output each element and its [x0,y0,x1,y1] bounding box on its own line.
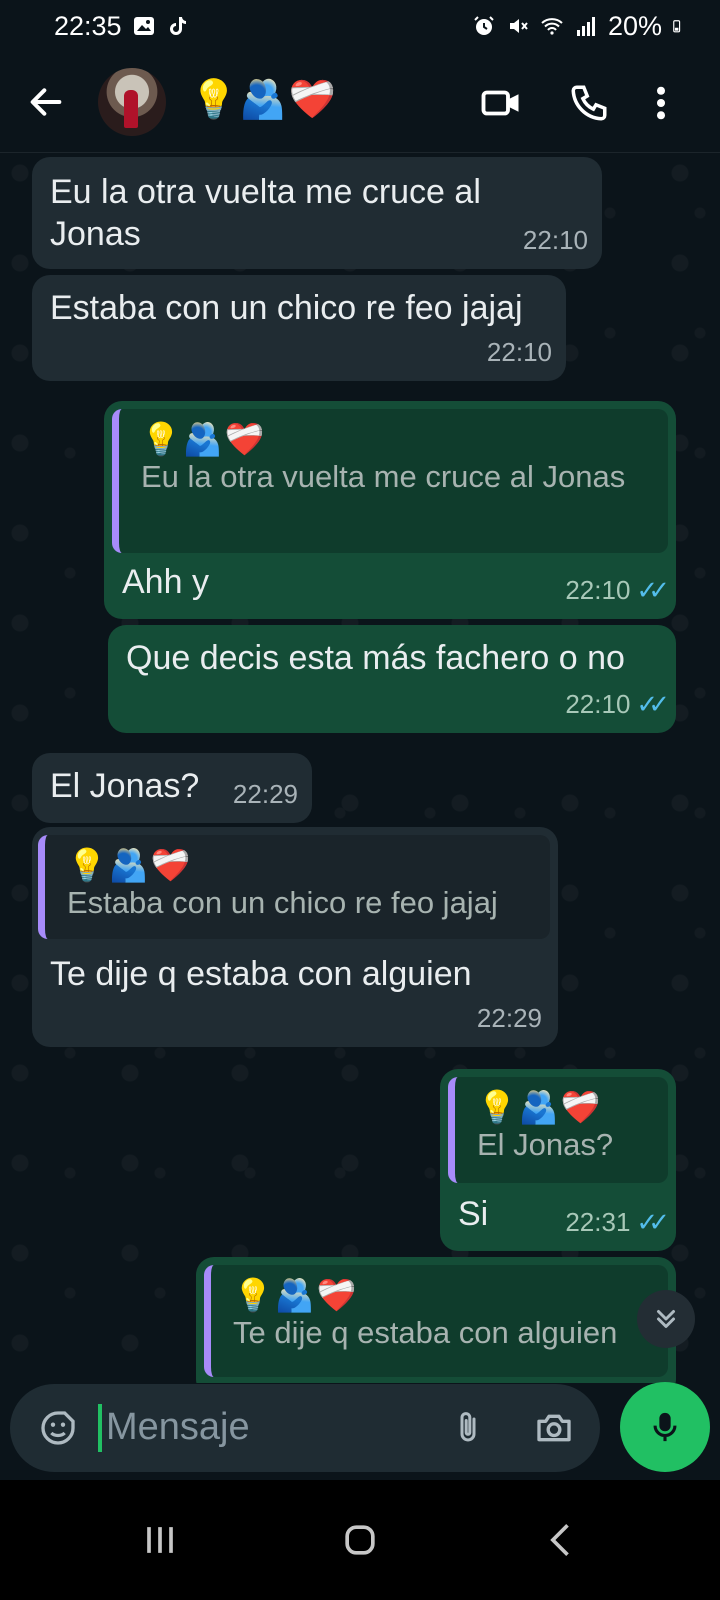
quoted-author: 💡🫂❤️‍🩹 [67,847,193,883]
gallery-icon [133,17,154,35]
home-icon[interactable] [338,1518,382,1562]
back-arrow-icon[interactable] [26,82,66,122]
battery-icon [673,20,681,33]
quoted-author: 💡🫂❤️‍🩹 [141,421,267,457]
message-bubble-incoming[interactable]: 💡🫂❤️‍🩹 Estaba con un chico re feo jajaj … [32,827,558,1047]
message-text: Que decis esta más fachero o no [126,639,625,677]
message-bubble-outgoing[interactable]: 💡🫂❤️‍🩹 Te dije q estaba con alguien [196,1257,676,1383]
emoji-sticker-icon[interactable] [38,1408,78,1448]
message-bubble-outgoing[interactable]: 💡🫂❤️‍🩹 El Jonas? Si 22:31 ✓✓ [440,1069,676,1251]
status-bar: 22:35 20% [0,0,720,52]
message-text: Estaba con un chico re feo jajaj [50,289,523,327]
message-input[interactable]: Mensaje [106,1406,250,1449]
message-text: Eu la otra vuelta me cruce al Jonas [50,173,481,253]
video-call-icon[interactable] [480,82,522,124]
text-cursor [98,1404,102,1452]
quoted-author: 💡🫂❤️‍🩹 [233,1277,359,1313]
message-time: 22:10 [565,689,631,719]
message-time: 22:29 [476,1003,542,1033]
message-bubble-incoming[interactable]: Eu la otra vuelta me cruce al Jonas 22:1… [32,157,602,269]
system-navigation-bar [0,1480,720,1600]
status-time: 22:35 [54,10,122,41]
read-receipt-icon: ✓✓ [636,1207,669,1237]
mute-icon [509,19,528,33]
message-text: Si [458,1195,489,1233]
chat-header: 💡🫂❤️‍🩹 [0,52,720,153]
quoted-text: Eu la otra vuelta me cruce al Jonas [141,459,626,494]
message-text: Ahh y [122,563,209,601]
message-time-row: 22:31 ✓✓ [565,1201,669,1243]
message-time: 22:10 [522,225,588,255]
quoted-message[interactable]: 💡🫂❤️‍🩹 Estaba con un chico re feo jajaj [38,835,550,939]
message-time: 22:29 [232,779,298,809]
message-bubble-outgoing[interactable]: Que decis esta más fachero o no 22:10 ✓✓ [108,625,676,733]
contact-avatar[interactable] [98,68,166,136]
message-bubble-outgoing[interactable]: 💡🫂❤️‍🩹 Eu la otra vuelta me cruce al Jon… [104,401,676,619]
message-list[interactable]: Eu la otra vuelta me cruce al Jonas 22:1… [0,153,720,1383]
quoted-message[interactable]: 💡🫂❤️‍🩹 El Jonas? [448,1077,668,1183]
message-bubble-incoming[interactable]: El Jonas? 22:29 [32,753,312,823]
scroll-to-bottom-button[interactable] [637,1290,695,1348]
tiktok-icon [169,17,186,35]
quoted-author: 💡🫂❤️‍🩹 [477,1089,603,1125]
read-receipt-icon: ✓✓ [636,575,669,605]
quoted-message[interactable]: 💡🫂❤️‍🩹 Te dije q estaba con alguien [204,1265,668,1377]
recent-apps-icon[interactable] [138,1518,182,1562]
message-time-row: 22:10 ✓✓ [565,683,669,725]
contact-name[interactable]: 💡🫂❤️‍🩹 [190,78,338,122]
quoted-text: Te dije q estaba con alguien [233,1315,618,1350]
microphone-icon [653,1412,677,1442]
battery-percent: 20% [607,10,662,41]
message-text: El Jonas? [50,767,200,805]
camera-icon[interactable] [532,1408,576,1448]
quoted-text: El Jonas? [477,1127,614,1162]
alarm-icon [474,16,494,35]
signal-icon [576,17,595,36]
message-bubble-incoming[interactable]: Estaba con un chico re feo jajaj 22:10 [32,275,566,381]
quoted-text: Estaba con un chico re feo jajaj [67,885,498,920]
wifi-icon [541,18,563,35]
message-time: 22:10 [565,575,631,605]
read-receipt-icon: ✓✓ [636,689,669,719]
voice-call-icon[interactable] [568,82,610,124]
voice-record-button[interactable] [620,1382,710,1472]
message-time: 22:10 [486,337,552,367]
more-options-icon[interactable] [646,82,676,124]
message-text: Te dije q estaba con alguien [50,955,472,993]
back-nav-icon[interactable] [540,1518,584,1562]
attach-icon[interactable] [450,1406,486,1450]
message-composer: Mensaje [10,1384,600,1472]
quoted-message[interactable]: 💡🫂❤️‍🩹 Eu la otra vuelta me cruce al Jon… [112,409,668,553]
message-time-row: 22:10 ✓✓ [565,569,669,611]
message-time: 22:31 [565,1207,631,1237]
double-chevron-down-icon [657,1310,675,1328]
